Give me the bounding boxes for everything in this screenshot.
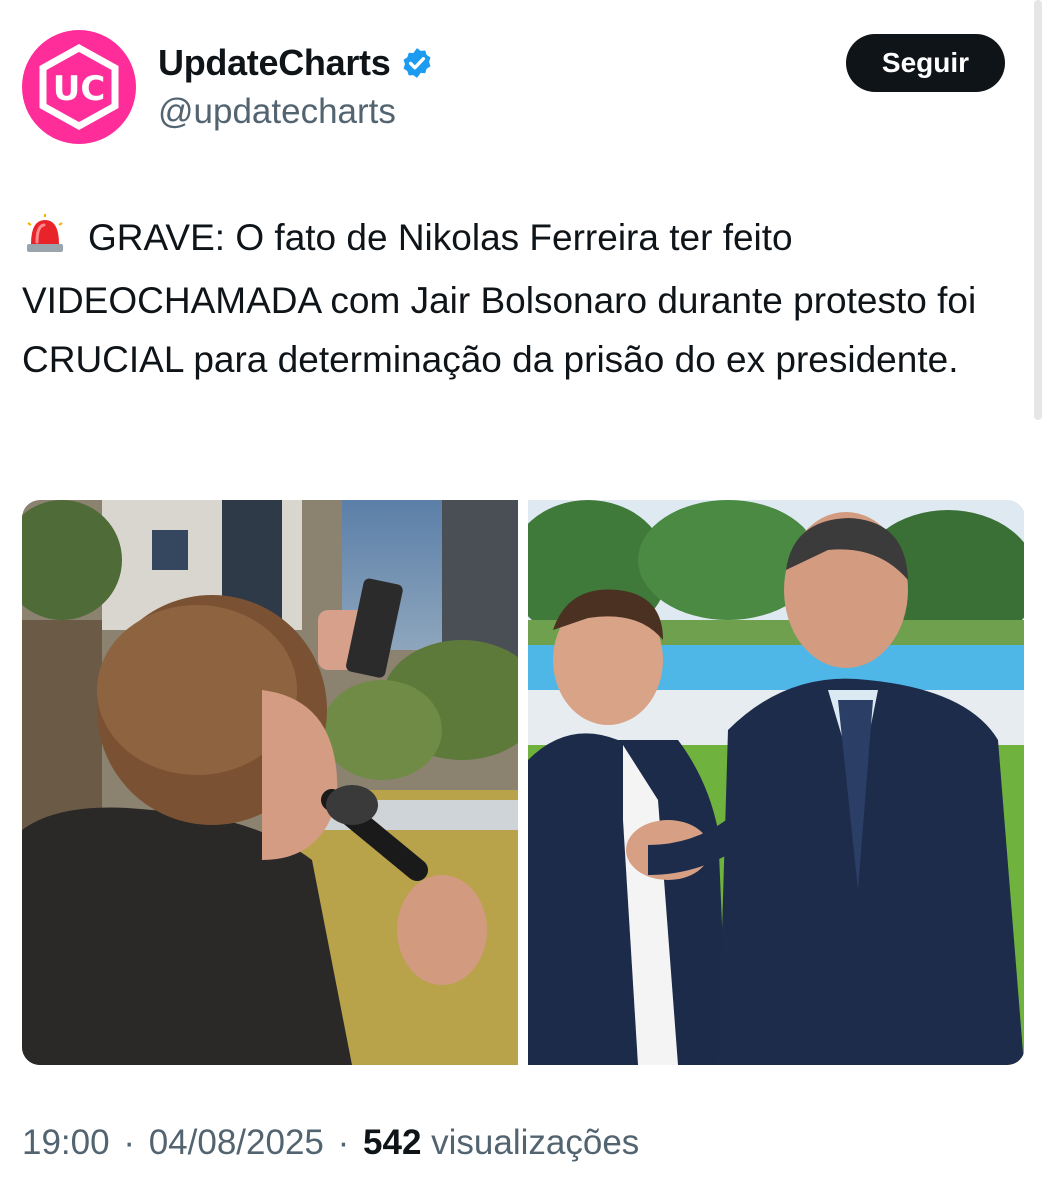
media-grid (22, 500, 1025, 1065)
account-handle[interactable]: @updatecharts (158, 92, 396, 132)
scrollbar[interactable] (1034, 0, 1042, 420)
views-count: 542 (363, 1123, 422, 1162)
tweet-meta: 19:00 · 04/08/2025 · 542 visualizações (22, 1123, 639, 1163)
display-name[interactable]: UpdateCharts (158, 42, 391, 84)
tweet-text-block: GRAVE: O fato de Nikolas Ferreira ter fe… (22, 208, 1022, 389)
verified-badge-icon (403, 48, 431, 78)
tweet-time[interactable]: 19:00 (22, 1123, 110, 1162)
svg-text:UC: UC (53, 69, 106, 109)
avatar[interactable]: UC (22, 30, 136, 144)
name-row: UpdateCharts (158, 42, 434, 84)
police-siren-icon (22, 212, 68, 271)
tweet-text: GRAVE: O fato de Nikolas Ferreira ter fe… (22, 217, 977, 380)
follow-button[interactable]: Seguir (846, 34, 1005, 92)
meta-separator: · (337, 1123, 350, 1162)
protest-speaker-photo[interactable] (22, 500, 518, 1065)
tweet-date[interactable]: 04/08/2025 (149, 1123, 324, 1162)
updatecharts-logo-icon: UC (39, 44, 119, 130)
meta-separator: · (123, 1123, 135, 1162)
handshake-photo[interactable] (528, 500, 1024, 1065)
views-label: visualizações (431, 1123, 640, 1162)
tweet-header: UC UpdateCharts @updatecharts Seguir (0, 0, 1047, 170)
